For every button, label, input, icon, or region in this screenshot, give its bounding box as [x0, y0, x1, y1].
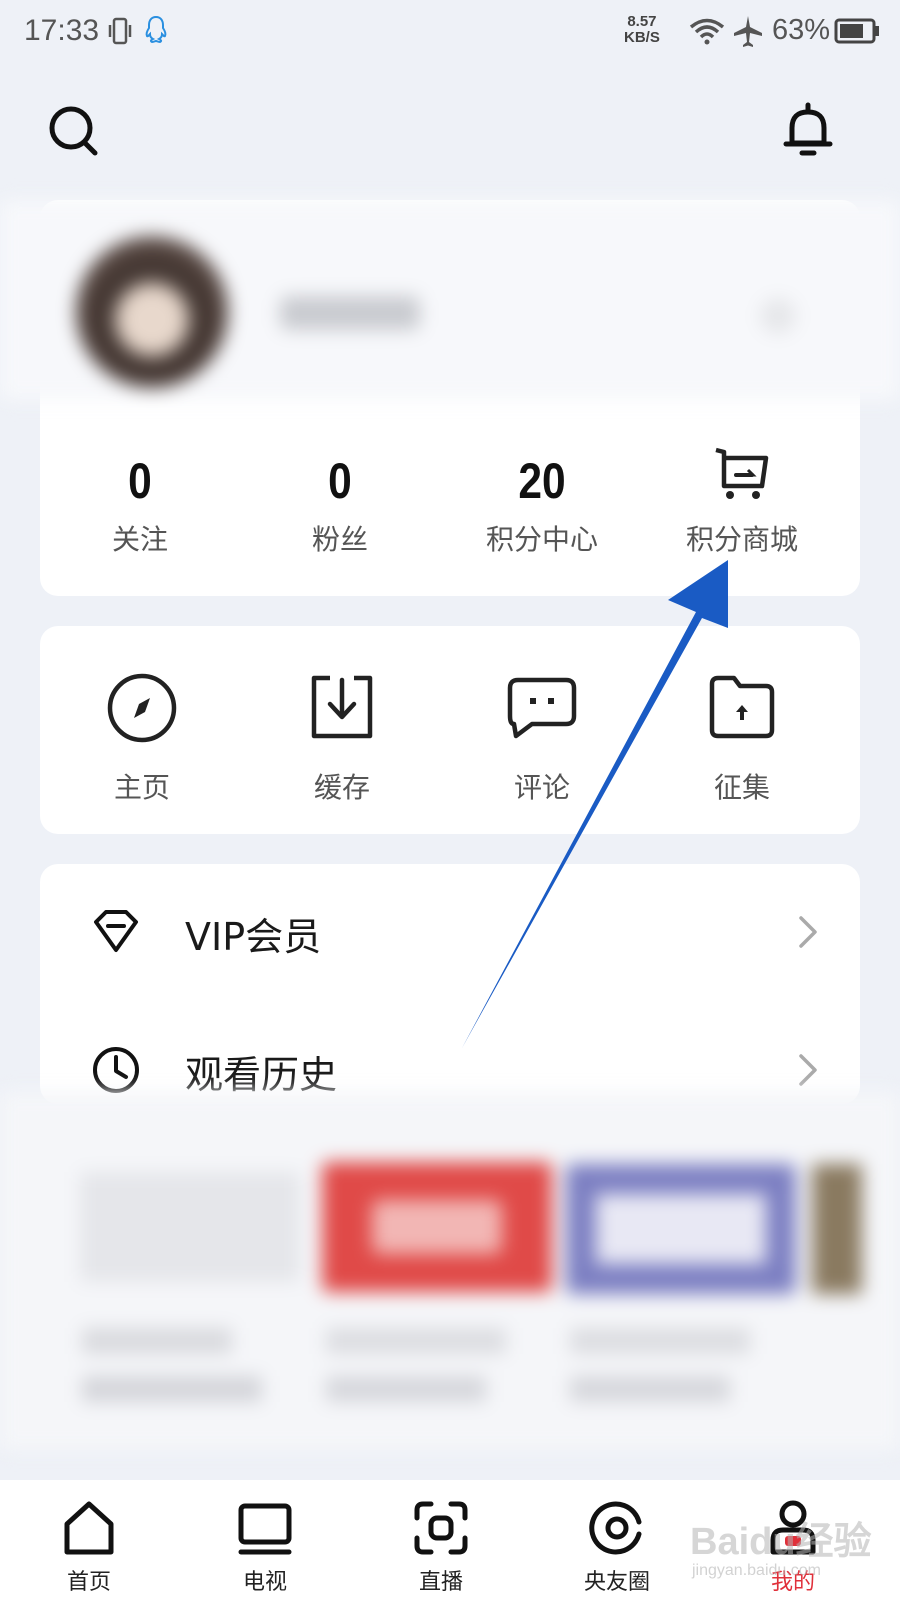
live-icon	[414, 1501, 468, 1555]
points-mall-button[interactable]: 积分商城	[662, 442, 822, 558]
battery-icon	[834, 18, 879, 44]
notification-bell-icon[interactable]	[778, 100, 838, 160]
airplane-mode-icon	[734, 16, 762, 47]
stat-following-label: 关注	[111, 523, 168, 556]
shortcut-comments-label: 评论	[513, 771, 570, 804]
diamond-icon	[94, 910, 138, 952]
menu-item-vip-label: VIP会员	[185, 915, 322, 959]
profile-arrow-blurred[interactable]	[760, 298, 796, 334]
thumbnail-1[interactable]	[80, 1172, 300, 1282]
menu-item-history-label: 观看历史	[185, 1053, 338, 1097]
thumbnail-4[interactable]	[812, 1164, 862, 1294]
thumbnail-3[interactable]	[566, 1164, 796, 1294]
vibrate-icon	[108, 17, 132, 45]
profile-header-blurred	[0, 200, 900, 400]
nav-circle[interactable]: 央友圈	[542, 1480, 692, 1600]
download-icon	[311, 675, 373, 739]
stat-points[interactable]: 20 积分中心	[462, 452, 622, 558]
stat-fans[interactable]: 0 粉丝	[260, 452, 420, 558]
points-mall-label: 积分商城	[685, 523, 798, 556]
tv-icon	[238, 1503, 292, 1555]
avatar[interactable]	[76, 236, 228, 388]
shortcut-homepage[interactable]: 主页	[62, 668, 222, 806]
shopping-cart-icon	[715, 447, 769, 499]
compass-icon	[107, 673, 177, 743]
stat-points-label: 积分中心	[485, 523, 598, 556]
nav-tv[interactable]: 电视	[190, 1480, 340, 1600]
status-bar: 17:33 8.57 KB/S 63%	[0, 0, 900, 64]
shortcut-cache[interactable]: 缓存	[262, 668, 422, 806]
stat-points-value: 20	[518, 453, 566, 509]
chevron-right-icon	[799, 916, 817, 948]
stat-fans-value: 0	[328, 453, 352, 509]
network-speed-value: 8.57	[627, 13, 657, 30]
stat-following[interactable]: 0 关注	[60, 452, 220, 558]
shortcut-comments[interactable]: 评论	[462, 668, 622, 806]
clock-icon	[93, 1047, 139, 1093]
circle-icon	[589, 1501, 642, 1555]
comment-icon	[507, 677, 577, 739]
nav-home[interactable]: 首页	[14, 1480, 164, 1600]
wifi-icon	[689, 18, 725, 45]
qq-icon	[145, 15, 167, 44]
search-icon[interactable]	[44, 100, 104, 160]
network-speed-unit: KB/S	[624, 29, 660, 46]
nav-live-label: 直播	[418, 1570, 463, 1595]
watermark-logo: Baidu经验	[690, 1521, 872, 1563]
shortcut-collection-label: 征集	[713, 771, 770, 804]
username-blurred	[280, 296, 420, 330]
nav-home-label: 首页	[66, 1570, 111, 1595]
shortcut-cache-label: 缓存	[313, 771, 370, 804]
menu-item-vip[interactable]: VIP会员	[40, 876, 860, 986]
home-icon	[64, 1501, 114, 1555]
network-speed: 8.57 KB/S	[624, 14, 660, 46]
folder-upload-icon	[709, 675, 775, 739]
battery-percentage: 63%	[772, 14, 831, 46]
nav-live[interactable]: 直播	[366, 1480, 516, 1600]
chevron-right-icon	[799, 1054, 817, 1086]
status-time: 17:33	[24, 14, 100, 47]
thumbnail-2[interactable]	[322, 1162, 552, 1292]
shortcut-collection[interactable]: 征集	[662, 668, 822, 806]
nav-tv-label: 电视	[242, 1570, 287, 1595]
stat-following-value: 0	[128, 453, 152, 509]
stat-fans-label: 粉丝	[311, 523, 368, 556]
watermark-url: jingyan.baidu.com	[692, 1562, 821, 1579]
history-thumbnails-blurred	[0, 1092, 900, 1450]
nav-circle-label: 央友圈	[583, 1570, 650, 1595]
shortcut-homepage-label: 主页	[113, 771, 170, 804]
